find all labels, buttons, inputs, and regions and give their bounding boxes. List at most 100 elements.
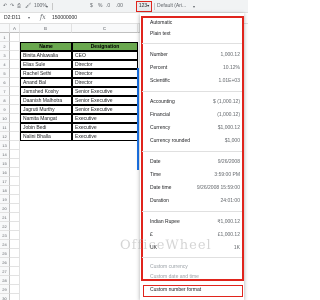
name-box[interactable]: D2:D11 — [4, 15, 21, 21]
row-header[interactable]: 27 — [0, 267, 10, 276]
designation-cell[interactable]: Director — [72, 78, 138, 87]
name-cell[interactable]: Namita Mangat — [20, 114, 72, 123]
redo-icon[interactable]: ↷ — [10, 2, 14, 11]
menu-item-date-time[interactable]: Date time 9/26/2008 15:59:00 — [150, 183, 240, 193]
row-header[interactable]: 16 — [0, 168, 10, 177]
column-header-a[interactable]: A — [10, 24, 20, 33]
designation-cell[interactable]: Senior Executive — [72, 87, 138, 96]
increase-decimals-button[interactable]: .00 — [116, 2, 123, 11]
menu-item-duration[interactable]: Duration 24:01:00 — [150, 196, 240, 206]
more-formats-button[interactable]: 123▾ — [136, 1, 152, 12]
currency-format-button[interactable]: $ — [90, 2, 93, 11]
grid-cell[interactable] — [10, 78, 20, 87]
row-header[interactable]: 15 — [0, 159, 10, 168]
grid-cell[interactable] — [10, 96, 20, 105]
grid-cell[interactable] — [10, 267, 20, 276]
menu-item-time[interactable]: Time 3:59:00 PM — [150, 170, 240, 180]
row-header[interactable]: 6 — [0, 78, 10, 87]
grid-cell[interactable] — [10, 33, 20, 42]
grid-cell[interactable] — [10, 240, 20, 249]
grid-cell[interactable] — [10, 87, 20, 96]
designation-cell[interactable]: Director — [72, 69, 138, 78]
row-header[interactable]: 1 — [0, 33, 10, 42]
row-header[interactable]: 5 — [0, 69, 10, 78]
row-header[interactable]: 19 — [0, 195, 10, 204]
menu-item-accounting[interactable]: Accounting $ (1,000.12) — [150, 97, 240, 107]
grid-cell[interactable] — [10, 105, 20, 114]
row-header[interactable]: 3 — [0, 51, 10, 60]
row-header[interactable]: 10 — [0, 114, 10, 123]
formula-input[interactable]: 150000000 — [52, 15, 77, 21]
name-cell[interactable]: Anand Bal — [20, 78, 72, 87]
menu-item-currency[interactable]: Currency $1,000.12 — [150, 123, 240, 133]
menu-item-custom-date-time[interactable]: Custom date and time — [150, 272, 240, 282]
row-header[interactable]: 24 — [0, 240, 10, 249]
grid-cell[interactable] — [10, 195, 20, 204]
menu-item-custom-currency[interactable]: Custom currency — [150, 262, 240, 272]
percent-format-button[interactable]: % — [98, 2, 102, 11]
row-header[interactable]: 18 — [0, 186, 10, 195]
grid-cell[interactable] — [10, 132, 20, 141]
menu-item-financial[interactable]: Financial (1,000.12) — [150, 110, 240, 120]
column-header-b[interactable]: B — [20, 24, 72, 33]
zoom-chevron-icon[interactable]: ▾ — [46, 2, 48, 11]
row-header[interactable]: 25 — [0, 249, 10, 258]
designation-cell[interactable]: Executive — [72, 132, 138, 141]
menu-item-automatic[interactable]: Automatic — [150, 18, 240, 28]
name-cell[interactable]: Daanish Malhotra — [20, 96, 72, 105]
row-header[interactable]: 21 — [0, 213, 10, 222]
menu-item-custom-number-format[interactable]: Custom number format — [143, 285, 243, 297]
name-cell[interactable]: Elias Sule — [20, 60, 72, 69]
designation-cell[interactable]: CEO — [72, 51, 138, 60]
table-header-cell[interactable]: Name — [20, 42, 72, 51]
row-header[interactable]: 9 — [0, 105, 10, 114]
undo-icon[interactable]: ↶ — [3, 2, 7, 11]
decrease-decimals-button[interactable]: .0 — [106, 2, 110, 11]
menu-item-plain-text[interactable]: Plain text — [150, 29, 240, 39]
grid-cell[interactable] — [10, 123, 20, 132]
designation-cell[interactable]: Senior Executive — [72, 96, 138, 105]
row-header[interactable]: 30 — [0, 294, 10, 300]
row-header[interactable]: 20 — [0, 204, 10, 213]
grid-cell[interactable] — [10, 285, 20, 294]
grid-cell[interactable] — [10, 204, 20, 213]
row-header[interactable]: 2 — [0, 42, 10, 51]
row-header[interactable]: 17 — [0, 177, 10, 186]
name-box-chevron-icon[interactable]: ▾ — [28, 15, 30, 20]
row-header[interactable]: 4 — [0, 60, 10, 69]
name-cell[interactable]: Jobin Bedi — [20, 123, 72, 132]
grid-cell[interactable] — [10, 114, 20, 123]
row-header[interactable]: 11 — [0, 123, 10, 132]
row-header[interactable]: 8 — [0, 96, 10, 105]
grid-cell[interactable] — [10, 213, 20, 222]
grid-cell[interactable] — [10, 231, 20, 240]
grid-cell[interactable] — [10, 141, 20, 150]
designation-cell[interactable]: Executive — [72, 114, 138, 123]
row-header[interactable]: 28 — [0, 276, 10, 285]
name-cell[interactable]: Rachel Sethi — [20, 69, 72, 78]
grid-cell[interactable] — [10, 294, 20, 300]
menu-item-scientific[interactable]: Scientific 1.01E+03 — [150, 76, 240, 86]
grid-cell[interactable] — [10, 258, 20, 267]
row-header[interactable]: 29 — [0, 285, 10, 294]
grid-cell[interactable] — [10, 51, 20, 60]
menu-item-number[interactable]: Number 1,000.12 — [150, 50, 240, 60]
designation-cell[interactable]: Senior Executive — [72, 105, 138, 114]
name-cell[interactable]: Nalini Bhalla — [20, 132, 72, 141]
grid-cell[interactable] — [10, 249, 20, 258]
grid-cell[interactable] — [10, 60, 20, 69]
paint-format-icon[interactable]: 🖌 — [25, 2, 31, 11]
zoom-select[interactable]: 100% — [34, 2, 47, 11]
menu-item-percent[interactable]: Percent 10.12% — [150, 63, 240, 73]
row-header[interactable]: 13 — [0, 141, 10, 150]
name-cell[interactable]: Jamshed Koshy — [20, 87, 72, 96]
row-header[interactable]: 14 — [0, 150, 10, 159]
grid-cell[interactable] — [10, 276, 20, 285]
table-header-cell[interactable]: Designation — [72, 42, 138, 51]
grid-cell[interactable] — [10, 177, 20, 186]
grid-cell[interactable] — [10, 42, 20, 51]
row-header[interactable]: 26 — [0, 258, 10, 267]
menu-item-indian-rupee[interactable]: Indian Rupee ₹1,000.12 — [150, 217, 240, 227]
menu-item-currency-rounded[interactable]: Currency rounded $1,000 — [150, 136, 240, 146]
grid-cell[interactable] — [10, 69, 20, 78]
